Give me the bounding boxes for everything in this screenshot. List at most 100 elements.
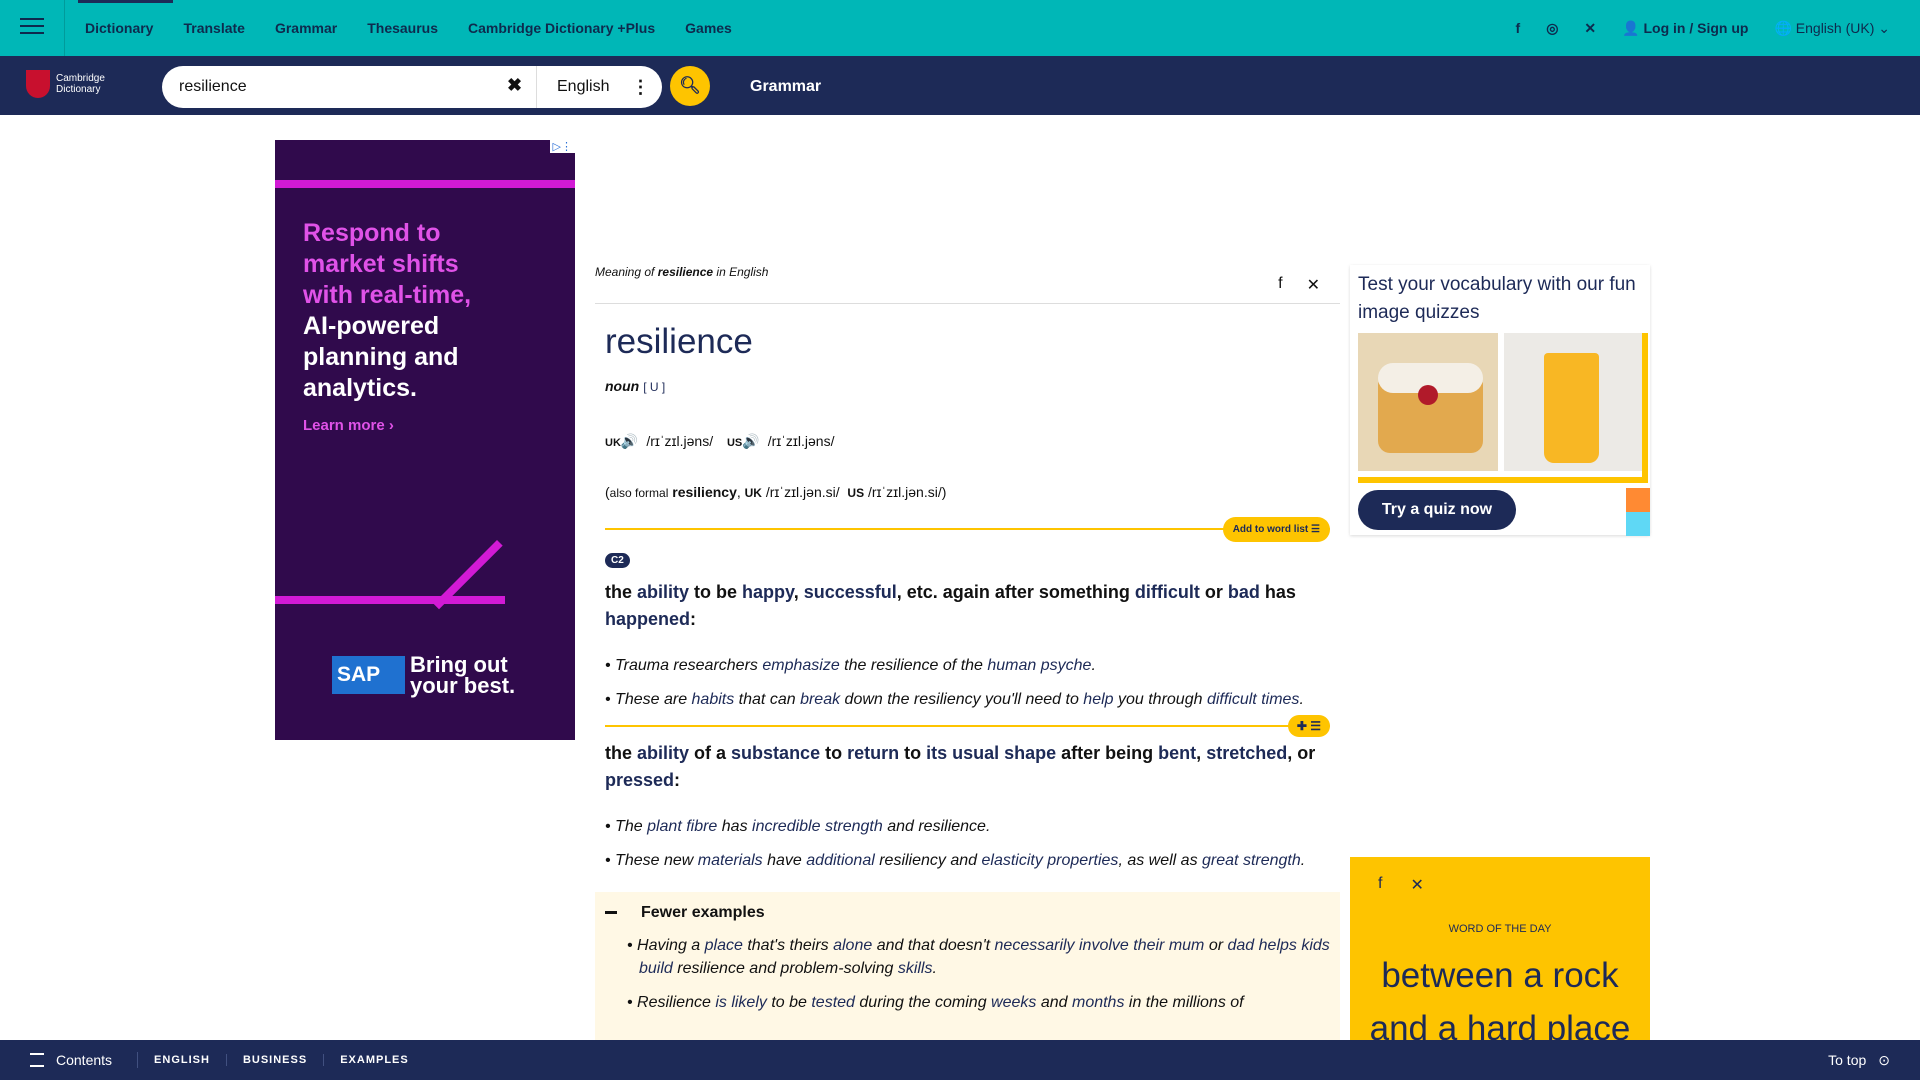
text-fragment: and that doesn't: [872, 937, 995, 954]
login-label: Log in / Sign up: [1643, 19, 1749, 36]
grammar-code[interactable]: [ U ]: [643, 380, 665, 394]
ad-decor-band: [275, 596, 505, 604]
language-selector[interactable]: 🌐 English (UK) ⌄: [1774, 20, 1890, 37]
word-link[interactable]: skills: [898, 960, 933, 977]
facebook-share-icon[interactable]: f: [1278, 275, 1282, 295]
word-link[interactable]: difficult: [1207, 691, 1257, 708]
word-link[interactable]: pressed: [605, 770, 674, 790]
word-link[interactable]: materials: [698, 852, 763, 869]
search-bar: Cambridge Dictionary resilience ✖ English…: [0, 56, 1920, 115]
cambridge-logo[interactable]: Cambridge Dictionary: [26, 70, 105, 98]
hamburger-menu-icon[interactable]: [20, 18, 44, 36]
nav-thesaurus[interactable]: Thesaurus: [352, 0, 453, 56]
word-link[interactable]: strength: [1243, 852, 1301, 869]
word-link[interactable]: plant fibre: [647, 818, 717, 835]
text-fragment: that can: [734, 691, 801, 708]
word-link[interactable]: months: [1072, 994, 1124, 1011]
word-link[interactable]: dad: [1228, 937, 1255, 954]
text-fragment: has: [1259, 582, 1296, 602]
text-fragment: of a: [689, 743, 732, 763]
text-fragment: Having a: [637, 937, 705, 954]
facebook-share-icon[interactable]: f: [1378, 875, 1382, 895]
word-link[interactable]: happened: [605, 609, 690, 629]
word-link[interactable]: bad: [1228, 582, 1260, 602]
text-fragment: during the coming: [854, 994, 992, 1011]
word-link[interactable]: break: [800, 691, 840, 708]
search-icon: 🔍︎: [679, 76, 701, 95]
login-link[interactable]: 👤 Log in / Sign up: [1622, 20, 1748, 37]
sense1-examples: • Trauma researchers emphasize the resil…: [605, 654, 1340, 711]
word-link[interactable]: weeks: [991, 994, 1036, 1011]
word-link[interactable]: is likely: [715, 994, 767, 1011]
x-share-icon[interactable]: ✕: [1307, 275, 1320, 295]
dictionary-selector[interactable]: English ⋮: [536, 66, 662, 108]
speaker-icon[interactable]: 🔊: [621, 433, 638, 449]
word-link[interactable]: human psyche: [987, 657, 1091, 674]
word-link[interactable]: its usual shape: [926, 743, 1056, 763]
word-link[interactable]: happy: [742, 582, 794, 602]
search-query[interactable]: resilience: [179, 78, 247, 96]
text-fragment: Trauma researchers: [615, 657, 763, 674]
word-link[interactable]: ability: [637, 743, 689, 763]
ad-choices-icon[interactable]: ▷⋮: [549, 140, 575, 153]
word-link[interactable]: return: [847, 743, 899, 763]
word-link[interactable]: difficult: [1135, 582, 1200, 602]
word-link[interactable]: habits: [692, 691, 735, 708]
text-fragment: , etc. again after something: [896, 582, 1135, 602]
text-fragment: :: [690, 609, 697, 629]
tab-examples[interactable]: EXAMPLES: [324, 1054, 425, 1066]
word-link[interactable]: tested: [811, 994, 855, 1011]
word-link[interactable]: ability: [637, 582, 689, 602]
more-examples-panel: Fewer examples • Having a place that's t…: [595, 892, 1340, 1044]
search-input[interactable]: resilience ✖ English ⋮: [162, 66, 662, 108]
try-quiz-button[interactable]: Try a quiz now: [1358, 490, 1516, 530]
x-share-icon[interactable]: ✕: [1410, 875, 1423, 895]
search-button[interactable]: 🔍︎: [670, 66, 710, 106]
arrow-up-icon: ⊙: [1878, 1052, 1890, 1068]
word-link[interactable]: alone: [833, 937, 872, 954]
clear-search-icon[interactable]: ✖: [507, 75, 522, 96]
contents-button[interactable]: Contents: [30, 1052, 139, 1068]
speaker-icon[interactable]: 🔊: [742, 433, 759, 449]
quiz-decor: [1358, 477, 1648, 483]
word-link[interactable]: help: [1083, 691, 1113, 708]
x-icon[interactable]: ✕: [1584, 20, 1596, 37]
nav-plus[interactable]: Cambridge Dictionary +Plus: [453, 0, 670, 56]
example-sentence: • Trauma researchers emphasize the resil…: [605, 657, 1096, 674]
text-fragment: after being: [1056, 743, 1159, 763]
ad-learn-more[interactable]: Learn more ›: [303, 417, 394, 434]
nav-translate[interactable]: Translate: [168, 0, 259, 56]
word-link[interactable]: times: [1261, 691, 1299, 708]
to-top-button[interactable]: To top ⊙: [1828, 1052, 1890, 1069]
add-sense-to-list-button[interactable]: ✚ ☰: [1287, 715, 1330, 737]
text-fragment: to be: [766, 994, 812, 1011]
advertisement[interactable]: ▷⋮ Respond to market shifts with real-ti…: [275, 140, 575, 740]
grammar-link[interactable]: Grammar: [750, 78, 821, 96]
nav-grammar[interactable]: Grammar: [260, 0, 352, 56]
word-link[interactable]: great: [1202, 852, 1238, 869]
tab-business[interactable]: BUSINESS: [227, 1054, 325, 1066]
tab-english[interactable]: ENGLISH: [138, 1054, 227, 1066]
facebook-icon[interactable]: f: [1516, 20, 1521, 36]
word-link[interactable]: incredible strength: [752, 818, 883, 835]
fewer-examples-toggle[interactable]: Fewer examples: [605, 904, 1330, 922]
text-fragment: or: [1199, 582, 1228, 602]
word-link[interactable]: additional: [806, 852, 875, 869]
word-link[interactable]: successful: [804, 582, 897, 602]
word-link[interactable]: substance: [731, 743, 820, 763]
instagram-icon[interactable]: ◎: [1546, 20, 1558, 37]
word-link[interactable]: elasticity properties: [981, 852, 1118, 869]
nav-dictionary[interactable]: Dictionary: [70, 0, 174, 56]
text-fragment: the: [605, 743, 638, 763]
word-link[interactable]: emphasize: [762, 657, 839, 674]
add-to-word-list-button[interactable]: Add to word list ☰: [1222, 517, 1330, 542]
word-link[interactable]: stretched: [1206, 743, 1287, 763]
word-link[interactable]: necessarily involve their mum: [995, 937, 1205, 954]
word-link[interactable]: place: [705, 937, 743, 954]
nav-games[interactable]: Games: [670, 0, 747, 56]
top-navigation: Dictionary Translate Grammar Thesaurus C…: [0, 0, 1920, 56]
quiz-images[interactable]: [1358, 333, 1648, 478]
wotd-label: WORD OF THE DAY: [1448, 923, 1552, 935]
word-link[interactable]: bent: [1158, 743, 1196, 763]
logo-text-line1: Cambridge: [56, 73, 105, 84]
